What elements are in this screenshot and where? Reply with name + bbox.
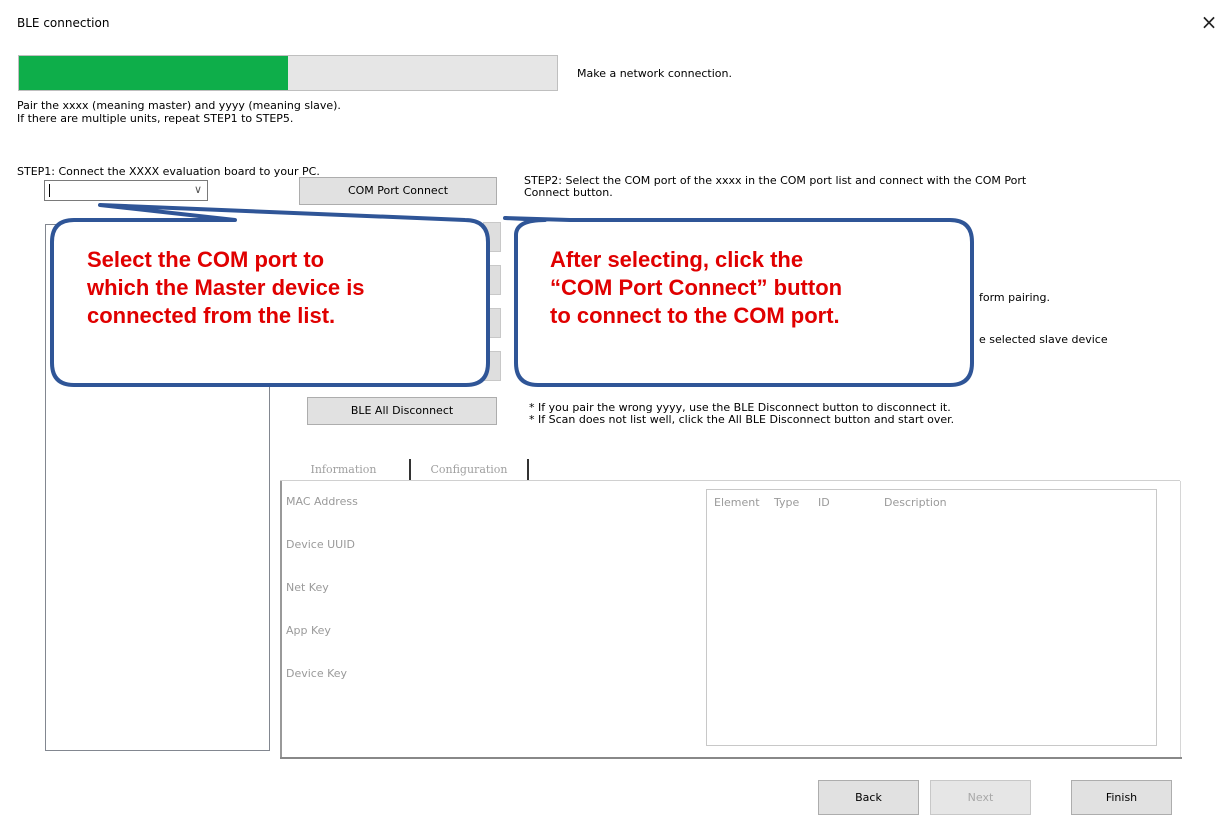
callout-left-line-2: which the Master device is: [87, 275, 365, 300]
callout-overlay: [50, 203, 974, 387]
callout-right-text: After selecting, click the “COM Port Con…: [550, 246, 842, 330]
callout-left-text: Select the COM port to which the Master …: [87, 246, 365, 330]
callout-right-line-3: to connect to the COM port.: [550, 303, 840, 328]
callout-left-line-1: Select the COM port to: [87, 247, 325, 272]
callout-right-line-1: After selecting, click the: [550, 247, 804, 272]
callout-right-line-2: “COM Port Connect” button: [550, 275, 843, 300]
callout-left-line-3: connected from the list.: [87, 303, 336, 328]
